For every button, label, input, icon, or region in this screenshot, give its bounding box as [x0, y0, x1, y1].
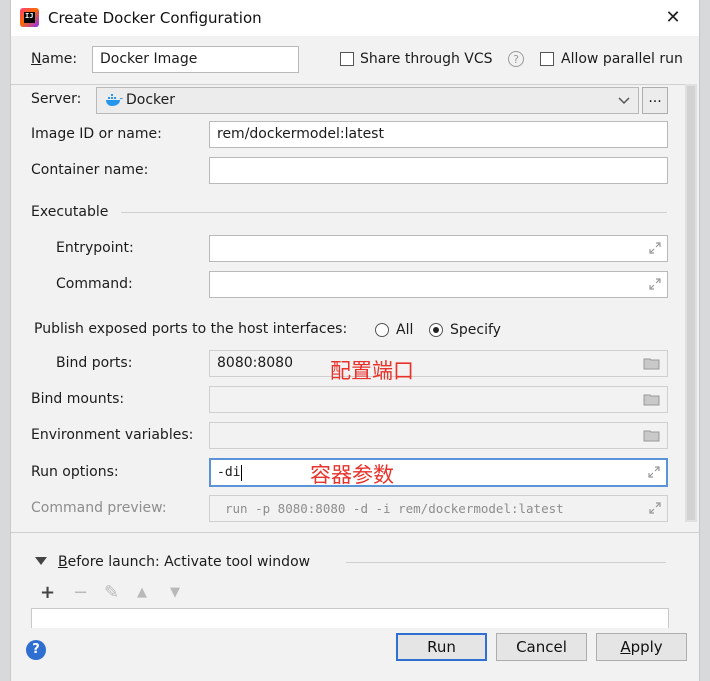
before-launch-task-list[interactable] [31, 608, 669, 628]
docker-icon [106, 94, 123, 106]
run-options-label: Run options: [31, 464, 119, 480]
text-caret [241, 464, 243, 481]
collapse-triangle-icon[interactable] [35, 557, 47, 566]
command-preview-field: run -p 8080:8080 -d -i rem/dockermodel:l… [209, 495, 668, 522]
bind-mounts-input[interactable] [209, 386, 668, 413]
share-vcs-label[interactable]: Share through VCS [360, 51, 493, 67]
container-label: Container name: [31, 162, 149, 178]
container-name-input[interactable] [209, 157, 668, 184]
server-more-button[interactable]: ... [642, 87, 668, 114]
background-window-left [0, 0, 10, 681]
title-bar: IJ Create Docker Configuration ✕ [11, 0, 699, 36]
apply-button[interactable]: Apply [596, 633, 687, 661]
scrollbar-thumb[interactable] [687, 86, 695, 520]
radio-specify-label[interactable]: Specify [450, 322, 501, 338]
command-label: Command: [56, 276, 133, 292]
env-vars-label: Environment variables: [31, 427, 194, 443]
server-label: Server: [31, 91, 82, 107]
intellij-app-icon: IJ [20, 8, 39, 27]
bind-ports-value: 8080:8080 [217, 355, 293, 371]
add-task-button[interactable]: + [40, 582, 55, 603]
run-options-annotation: 容器参数 [310, 463, 394, 487]
image-label: Image ID or name: [31, 126, 162, 142]
parallel-run-label[interactable]: Allow parallel run [561, 51, 683, 67]
publish-ports-label: Publish exposed ports to the host interf… [34, 321, 348, 337]
form-scrollbar[interactable] [685, 84, 697, 522]
before-launch-divider [346, 562, 666, 563]
expand-icon[interactable] [648, 501, 662, 515]
executable-section-label: Executable [31, 204, 109, 220]
cancel-button[interactable]: Cancel [496, 633, 587, 661]
name-label: Name: [31, 51, 78, 67]
bind-ports-input[interactable]: 8080:8080 [209, 350, 668, 377]
run-options-value: -di [217, 464, 243, 481]
before-launch-text: efore launch: Activate tool window [67, 554, 311, 570]
help-button[interactable]: ? [26, 640, 46, 660]
name-input-value: Docker Image [100, 51, 198, 67]
bind-ports-annotation: 配置端口 [330, 359, 414, 383]
server-select-value: Docker [126, 92, 176, 108]
radio-specify[interactable] [429, 323, 443, 337]
folder-icon[interactable] [643, 357, 661, 370]
folder-icon[interactable] [643, 429, 661, 442]
move-down-button[interactable]: ▼ [170, 585, 180, 600]
image-input[interactable]: rem/dockermodel:latest [209, 121, 668, 148]
close-icon: ✕ [665, 7, 681, 28]
apply-button-rest: pply [630, 638, 663, 656]
window-title: Create Docker Configuration [48, 9, 262, 27]
radio-all-label[interactable]: All [396, 322, 413, 338]
command-input[interactable] [209, 271, 668, 298]
expand-icon[interactable] [648, 241, 662, 255]
form-bottom-divider [11, 532, 699, 533]
command-preview-label: Command preview: [31, 500, 167, 516]
move-up-button[interactable]: ▲ [137, 585, 147, 600]
share-vcs-checkbox[interactable] [340, 52, 354, 66]
env-vars-input[interactable] [209, 422, 668, 449]
entrypoint-input[interactable] [209, 235, 668, 262]
docker-config-dialog: IJ Create Docker Configuration ✕ Name: D… [10, 0, 700, 681]
help-icon: ? [32, 642, 40, 657]
folder-icon[interactable] [643, 393, 661, 406]
server-select[interactable]: Docker [96, 87, 639, 114]
image-input-value: rem/dockermodel:latest [217, 126, 384, 142]
edit-task-button[interactable]: ✎ [104, 582, 119, 603]
bind-ports-label: Bind ports: [56, 355, 133, 371]
chevron-down-icon [618, 97, 630, 105]
header-divider [11, 84, 685, 85]
bind-mounts-label: Bind mounts: [31, 391, 125, 407]
before-launch-label[interactable]: Before launch: Activate tool window [58, 554, 310, 570]
help-circle-icon[interactable]: ? [508, 51, 524, 67]
executable-divider [121, 212, 667, 213]
run-button[interactable]: Run [396, 633, 487, 661]
expand-icon[interactable] [648, 277, 662, 291]
parallel-run-checkbox[interactable] [540, 52, 554, 66]
name-input[interactable]: Docker Image [92, 46, 299, 73]
run-options-input[interactable]: -di [209, 458, 668, 487]
expand-icon[interactable] [647, 465, 661, 479]
entrypoint-label: Entrypoint: [56, 240, 134, 256]
remove-task-button[interactable]: − [73, 582, 88, 603]
close-button[interactable]: ✕ [661, 6, 685, 30]
radio-all[interactable] [375, 323, 389, 337]
command-preview-value: run -p 8080:8080 -d -i rem/dockermodel:l… [225, 501, 564, 516]
